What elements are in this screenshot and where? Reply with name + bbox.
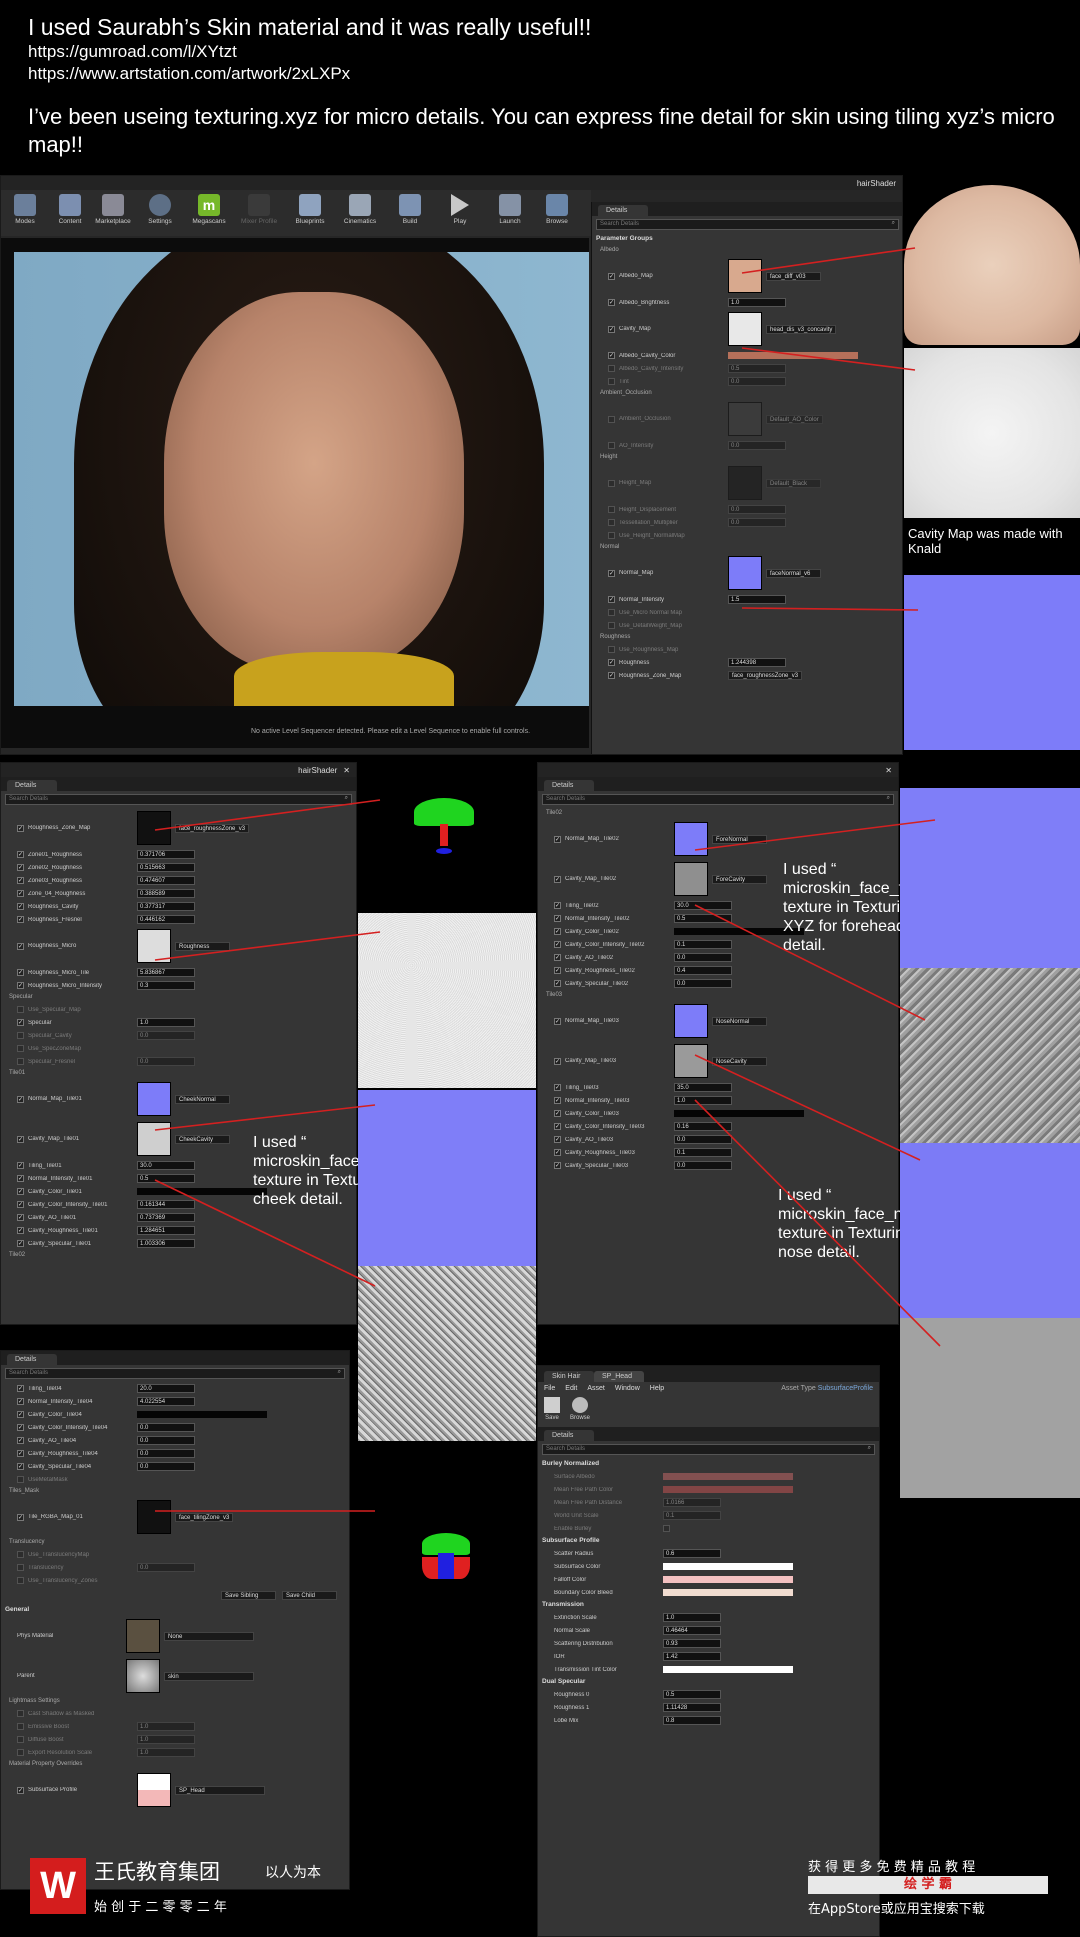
company-logo: W xyxy=(30,1858,86,1914)
arrow-roughness-zone xyxy=(154,799,381,831)
brand-slogan: 以人为本 xyxy=(265,1865,321,1881)
arrow-cheek-cavity xyxy=(154,1179,376,1287)
arrow-normal xyxy=(741,607,919,611)
arrow-nose-cavity xyxy=(694,1099,941,1347)
callout-arrows xyxy=(154,247,941,1512)
store-text: 在AppStore或应用宝搜索下载 xyxy=(808,1902,985,1917)
arrow-forehead-cavity xyxy=(694,904,926,1021)
promo-text: 获 得 更 多 免 费 精 品 教 程 xyxy=(808,1860,976,1875)
arrow-albedo xyxy=(741,247,916,274)
brand-founded: 始 创 于 二 零 零 二 年 xyxy=(94,1900,227,1915)
arrow-cavity xyxy=(741,347,916,371)
arrow-roughness-micro xyxy=(154,931,381,961)
brand-name: 王氏教育集团 xyxy=(94,1860,220,1884)
promo-badge: 绘 学 霸 xyxy=(808,1876,1048,1894)
arrow-cheek-normal xyxy=(154,1104,376,1131)
arrow-nose-normal xyxy=(694,1054,921,1161)
arrow-forehead-normal xyxy=(694,819,936,851)
